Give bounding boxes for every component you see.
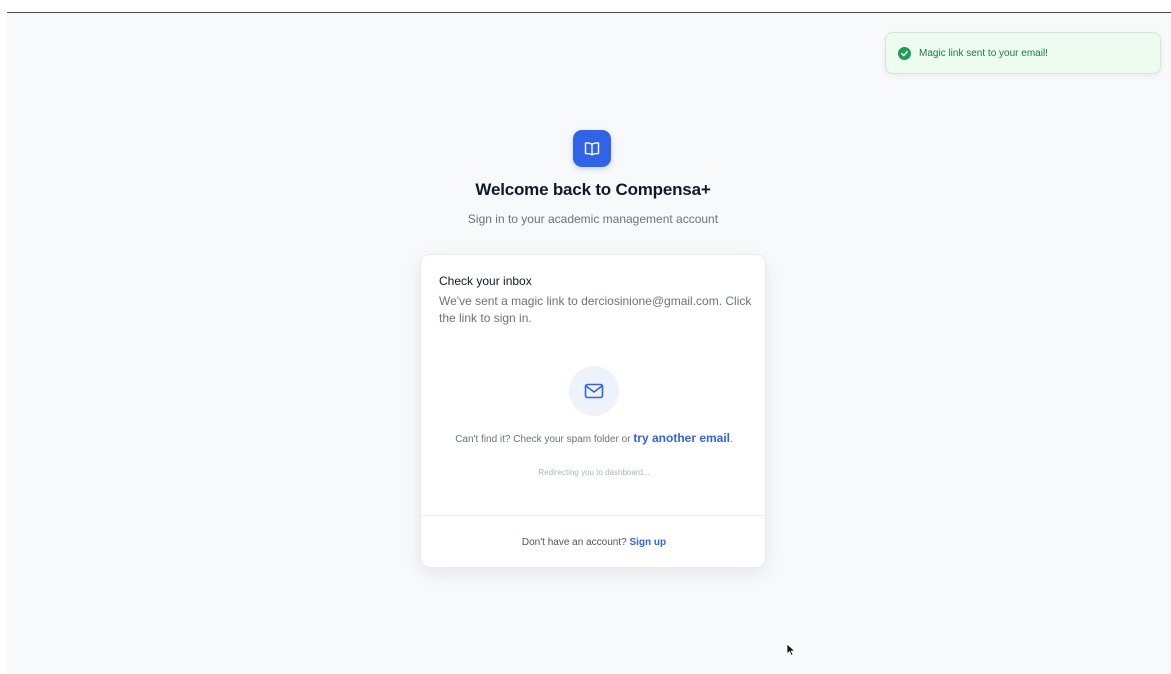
success-toast: Magic link sent to your email! bbox=[885, 32, 1161, 74]
page-title: Welcome back to Compensa+ bbox=[475, 180, 711, 199]
magic-link-card: Check your inbox We've sent a magic link… bbox=[420, 254, 766, 568]
signup-prompt: Don't have an account? Sign up bbox=[421, 537, 767, 548]
mouse-cursor-icon bbox=[786, 643, 796, 657]
mail-icon bbox=[584, 383, 604, 399]
app-frame: Magic link sent to your email! Welcome b… bbox=[7, 12, 1171, 674]
redirect-note: Redirecting you to dashboard... bbox=[538, 468, 650, 477]
card-title: Check your inbox bbox=[439, 274, 532, 288]
book-open-icon bbox=[584, 141, 600, 155]
check-circle-icon bbox=[898, 46, 911, 60]
try-another-email-link[interactable]: try another email bbox=[633, 431, 730, 445]
brand-logo bbox=[573, 130, 611, 167]
page-subtitle: Sign in to your academic management acco… bbox=[467, 212, 719, 226]
spam-note-suffix: . bbox=[730, 434, 733, 445]
toast-message: Magic link sent to your email! bbox=[919, 47, 1048, 59]
mail-icon-badge bbox=[569, 366, 619, 416]
spam-note-text: Can't find it? Check your spam folder or bbox=[455, 434, 634, 445]
sign-up-link[interactable]: Sign up bbox=[629, 537, 666, 548]
card-description: We've sent a magic link to derciosinione… bbox=[439, 294, 752, 325]
card-divider bbox=[421, 515, 765, 516]
signup-prompt-text: Don't have an account? bbox=[521, 537, 630, 548]
spam-note: Can't find it? Check your spam folder or… bbox=[421, 431, 767, 445]
